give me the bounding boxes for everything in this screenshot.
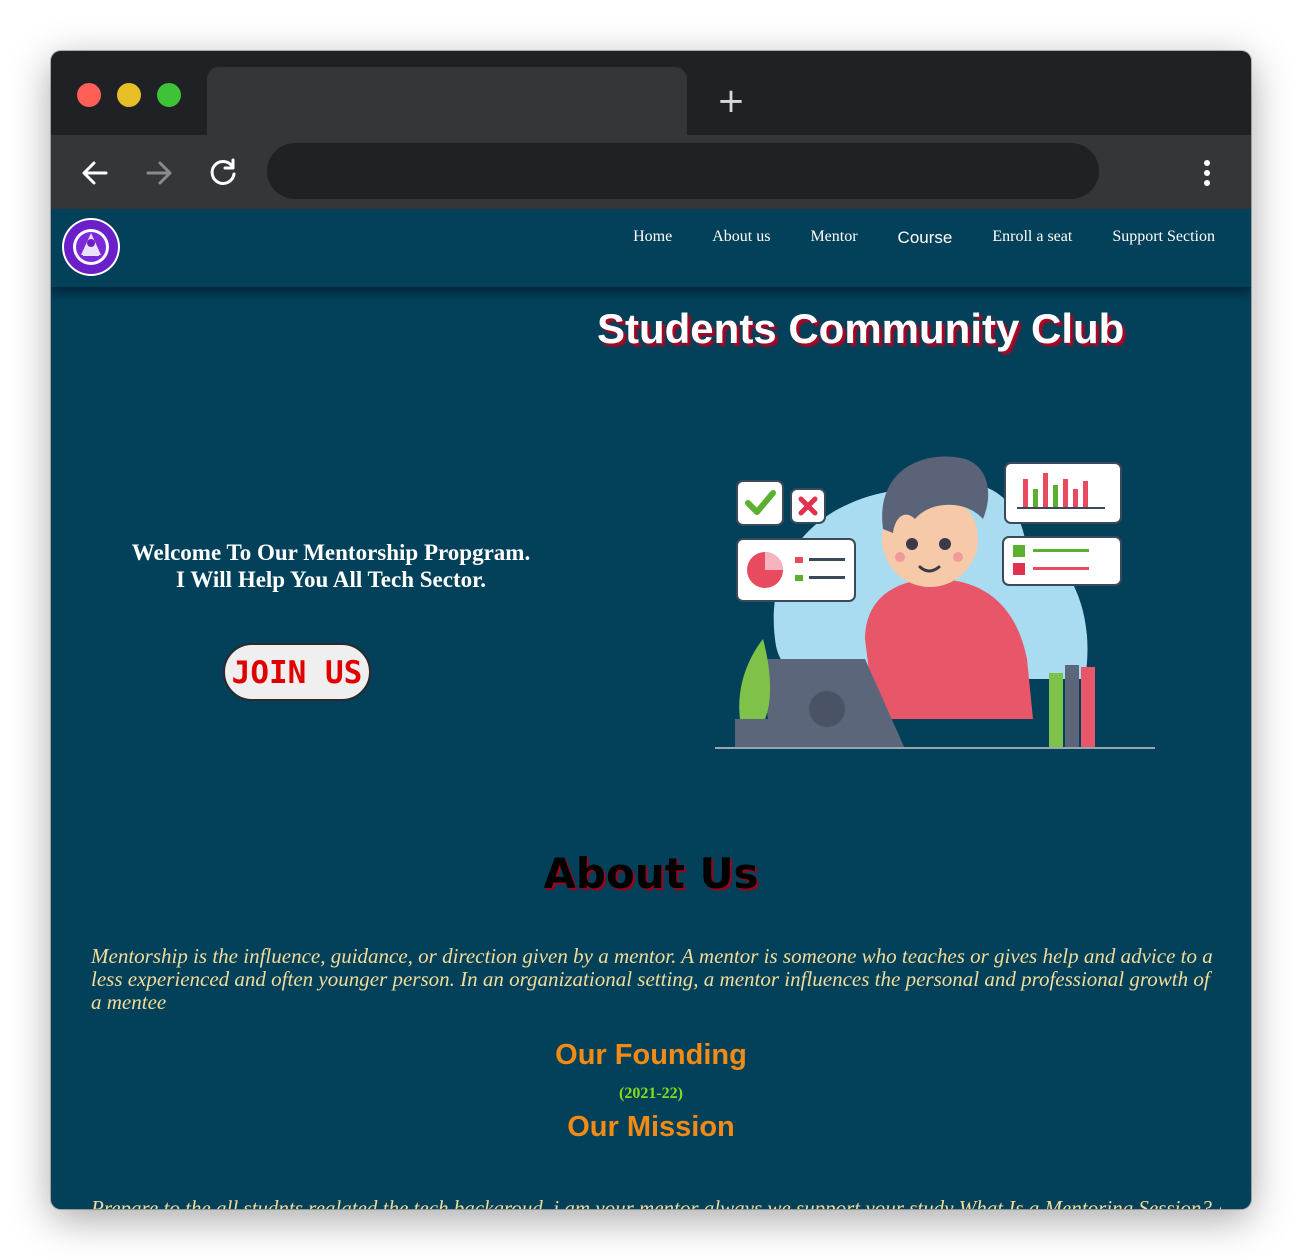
mission-text: Prepare to the all studnts realated the … (91, 1197, 1221, 1209)
browser-window: + Home About us Mentor Course Enroll a s… (51, 51, 1251, 1209)
club-logo[interactable] (61, 217, 121, 277)
close-window-button[interactable] (77, 83, 101, 107)
nav-home[interactable]: Home (633, 228, 672, 248)
forward-arrow-icon (146, 161, 172, 185)
welcome-line-2: I Will Help You All Tech Sector. (176, 567, 486, 592)
browser-toolbar (51, 135, 1251, 209)
address-bar[interactable] (267, 143, 1099, 199)
back-arrow-icon (82, 161, 108, 185)
mission-title: Our Mission (567, 1111, 735, 1143)
founding-year: (2021-22) (619, 1085, 683, 1102)
tab-bar: + (51, 51, 1251, 135)
minimize-window-button[interactable] (117, 83, 141, 107)
browser-tab[interactable] (207, 67, 687, 135)
nav-support-section[interactable]: Support Section (1112, 228, 1215, 248)
about-text: Mentorship is the influence, guidance, o… (91, 944, 1213, 1014)
site-navbar: Home About us Mentor Course Enroll a sea… (51, 209, 1251, 287)
hero-title: Students Community Club (597, 305, 1125, 352)
reload-button[interactable] (203, 153, 243, 193)
page-content: Home About us Mentor Course Enroll a sea… (51, 209, 1251, 1209)
nav-enroll-a-seat[interactable]: Enroll a seat (992, 228, 1072, 248)
browser-menu-button[interactable] (1187, 153, 1227, 193)
founding-title: Our Founding (555, 1039, 747, 1071)
nav-mentor[interactable]: Mentor (810, 228, 857, 248)
back-button[interactable] (75, 153, 115, 193)
nav-about-us[interactable]: About us (712, 228, 770, 248)
maximize-window-button[interactable] (157, 83, 181, 107)
new-tab-button[interactable]: + (711, 81, 751, 121)
mentor-illustration (715, 456, 1155, 749)
more-vert-icon (1204, 160, 1210, 186)
join-us-button[interactable]: JOIN US (223, 643, 371, 701)
forward-button[interactable] (139, 153, 179, 193)
reload-icon (210, 158, 236, 185)
nav-course[interactable]: Course (898, 228, 953, 248)
plus-icon: + (716, 81, 746, 121)
welcome-line-1: Welcome To Our Mentorship Propgram. (131, 540, 531, 565)
about-title: About Us (543, 849, 759, 898)
nav-links: Home About us Mentor Course Enroll a sea… (593, 228, 1215, 248)
welcome-text: Welcome To Our Mentorship Propgram. I Wi… (91, 539, 571, 593)
